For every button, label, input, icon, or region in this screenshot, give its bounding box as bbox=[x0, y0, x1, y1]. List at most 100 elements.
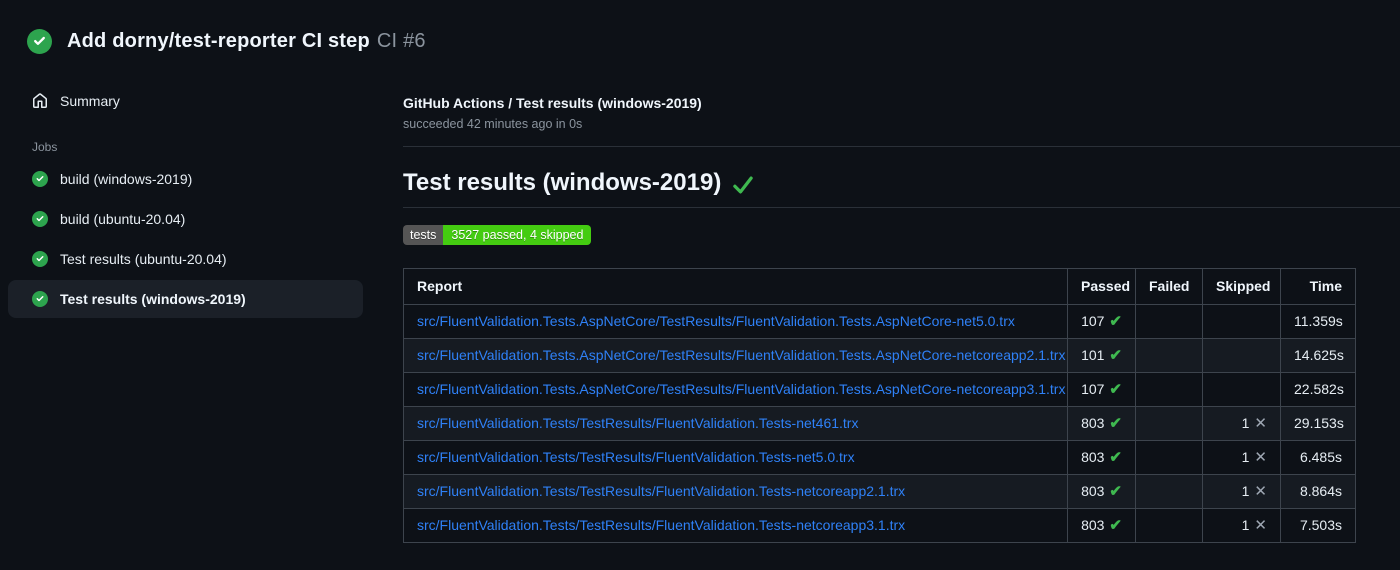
x-icon: ✕ bbox=[1254, 449, 1267, 466]
skipped-cell: 1 ✕ bbox=[1202, 508, 1281, 543]
passed-cell: 803 ✔ bbox=[1067, 406, 1136, 441]
check-icon: ✔ bbox=[1109, 415, 1122, 432]
report-link[interactable]: src/FluentValidation.Tests.AspNetCore/Te… bbox=[417, 381, 1065, 397]
section-heading: Test results (windows-2019) bbox=[403, 169, 1400, 208]
column-header-skipped: Skipped bbox=[1202, 268, 1281, 305]
skipped-cell: 1 ✕ bbox=[1202, 406, 1281, 441]
x-icon: ✕ bbox=[1254, 415, 1267, 432]
table-row: src/FluentValidation.Tests.AspNetCore/Te… bbox=[403, 338, 1356, 373]
report-link[interactable]: src/FluentValidation.Tests/TestResults/F… bbox=[417, 449, 855, 465]
passed-count: 803 bbox=[1081, 415, 1105, 431]
skipped-cell bbox=[1202, 372, 1281, 407]
sidebar-item-summary[interactable]: Summary bbox=[8, 82, 363, 120]
check-icon: ✔ bbox=[1109, 347, 1122, 364]
passed-count: 107 bbox=[1081, 313, 1105, 329]
jobs-section-label: Jobs bbox=[32, 140, 58, 154]
job-label: Test results (ubuntu-20.04) bbox=[60, 251, 227, 267]
report-link[interactable]: src/FluentValidation.Tests/TestResults/F… bbox=[417, 517, 905, 533]
time-cell: 14.625s bbox=[1280, 338, 1356, 373]
skipped-count: 1 bbox=[1241, 415, 1250, 431]
run-header: Add dorny/test-reporter CI step CI #6 bbox=[0, 0, 1400, 54]
job-label: Test results (windows-2019) bbox=[60, 291, 246, 307]
check-icon: ✔ bbox=[1109, 381, 1122, 398]
table-row: src/FluentValidation.Tests/TestResults/F… bbox=[403, 440, 1356, 475]
column-header-passed: Passed bbox=[1067, 268, 1136, 305]
passed-cell: 803 ✔ bbox=[1067, 440, 1136, 475]
report-link[interactable]: src/FluentValidation.Tests/TestResults/F… bbox=[417, 483, 905, 499]
x-icon: ✕ bbox=[1254, 517, 1267, 534]
skipped-cell: 1 ✕ bbox=[1202, 474, 1281, 509]
table-row: src/FluentValidation.Tests/TestResults/F… bbox=[403, 406, 1356, 441]
check-circle-icon bbox=[27, 29, 52, 54]
check-circle-icon bbox=[32, 291, 48, 307]
time-cell: 11.359s bbox=[1280, 304, 1356, 339]
table-row: src/FluentValidation.Tests.AspNetCore/Te… bbox=[403, 372, 1356, 407]
passed-count: 101 bbox=[1081, 347, 1105, 363]
report-cell: src/FluentValidation.Tests/TestResults/F… bbox=[403, 474, 1068, 509]
check-icon: ✔ bbox=[1109, 483, 1122, 500]
jobs-list: build (windows-2019) build (ubuntu-20.04… bbox=[8, 160, 403, 318]
passed-count: 803 bbox=[1081, 483, 1105, 499]
failed-cell bbox=[1135, 508, 1203, 543]
badge-label: tests bbox=[403, 225, 444, 245]
report-cell: src/FluentValidation.Tests.AspNetCore/Te… bbox=[403, 338, 1068, 373]
table-row: src/FluentValidation.Tests/TestResults/F… bbox=[403, 508, 1356, 543]
time-cell: 7.503s bbox=[1280, 508, 1356, 543]
passed-cell: 101 ✔ bbox=[1067, 338, 1136, 373]
page-title: Add dorny/test-reporter CI step CI #6 bbox=[67, 30, 426, 53]
job-label: build (ubuntu-20.04) bbox=[60, 211, 186, 227]
skipped-count: 1 bbox=[1241, 517, 1250, 533]
report-link[interactable]: src/FluentValidation.Tests.AspNetCore/Te… bbox=[417, 313, 1015, 329]
skipped-cell bbox=[1202, 304, 1281, 339]
check-run-page: Add dorny/test-reporter CI step CI #6 Sum… bbox=[0, 0, 1400, 570]
skipped-cell: 1 ✕ bbox=[1202, 440, 1281, 475]
report-cell: src/FluentValidation.Tests/TestResults/F… bbox=[403, 440, 1068, 475]
run-check-title: GitHub Actions / Test results (windows-2… bbox=[403, 95, 702, 111]
report-link[interactable]: src/FluentValidation.Tests.AspNetCore/Te… bbox=[417, 347, 1065, 363]
divider bbox=[403, 146, 1400, 147]
table-row: src/FluentValidation.Tests.AspNetCore/Te… bbox=[403, 304, 1356, 339]
skipped-cell bbox=[1202, 338, 1281, 373]
check-circle-icon bbox=[32, 251, 48, 267]
check-icon: ✔ bbox=[1109, 449, 1122, 466]
report-link[interactable]: src/FluentValidation.Tests/TestResults/F… bbox=[417, 415, 858, 431]
check-icon: ✔ bbox=[1109, 517, 1122, 534]
run-number: CI #6 bbox=[376, 30, 426, 52]
failed-cell bbox=[1135, 474, 1203, 509]
check-circle-icon bbox=[32, 171, 48, 187]
sidebar-job-item[interactable]: Test results (ubuntu-20.04) bbox=[8, 240, 363, 278]
skipped-count: 1 bbox=[1241, 483, 1250, 499]
tests-badge: tests 3527 passed, 4 skipped bbox=[403, 225, 592, 245]
check-icon: ✔ bbox=[1109, 313, 1122, 330]
failed-cell bbox=[1135, 338, 1203, 373]
passed-count: 803 bbox=[1081, 517, 1105, 533]
run-details: GitHub Actions / Test results (windows-2… bbox=[403, 82, 1400, 543]
report-cell: src/FluentValidation.Tests/TestResults/F… bbox=[403, 406, 1068, 441]
time-cell: 22.582s bbox=[1280, 372, 1356, 407]
table-header-row: Report Passed Failed Skipped Time bbox=[403, 268, 1356, 305]
failed-cell bbox=[1135, 372, 1203, 407]
skipped-count: 1 bbox=[1241, 449, 1250, 465]
table-row: src/FluentValidation.Tests/TestResults/F… bbox=[403, 474, 1356, 509]
job-label: build (windows-2019) bbox=[60, 171, 193, 187]
summary-label: Summary bbox=[60, 93, 120, 109]
section-heading-text: Test results (windows-2019) bbox=[403, 169, 722, 196]
failed-cell bbox=[1135, 406, 1203, 441]
time-cell: 6.485s bbox=[1280, 440, 1356, 475]
success-check-icon bbox=[733, 175, 754, 195]
passed-cell: 803 ✔ bbox=[1067, 474, 1136, 509]
column-header-time: Time bbox=[1280, 268, 1356, 305]
report-cell: src/FluentValidation.Tests.AspNetCore/Te… bbox=[403, 304, 1068, 339]
passed-count: 107 bbox=[1081, 381, 1105, 397]
run-title-text: Add dorny/test-reporter CI step bbox=[67, 30, 370, 52]
sidebar-job-item[interactable]: Test results (windows-2019) bbox=[8, 280, 363, 318]
failed-cell bbox=[1135, 440, 1203, 475]
report-cell: src/FluentValidation.Tests.AspNetCore/Te… bbox=[403, 372, 1068, 407]
sidebar-job-item[interactable]: build (windows-2019) bbox=[8, 160, 363, 198]
column-header-failed: Failed bbox=[1135, 268, 1203, 305]
jobs-sidebar: Summary Jobs build (windows-2019) build … bbox=[0, 82, 403, 543]
passed-count: 803 bbox=[1081, 449, 1105, 465]
column-header-report: Report bbox=[403, 268, 1068, 305]
sidebar-job-item[interactable]: build (ubuntu-20.04) bbox=[8, 200, 363, 238]
report-cell: src/FluentValidation.Tests/TestResults/F… bbox=[403, 508, 1068, 543]
